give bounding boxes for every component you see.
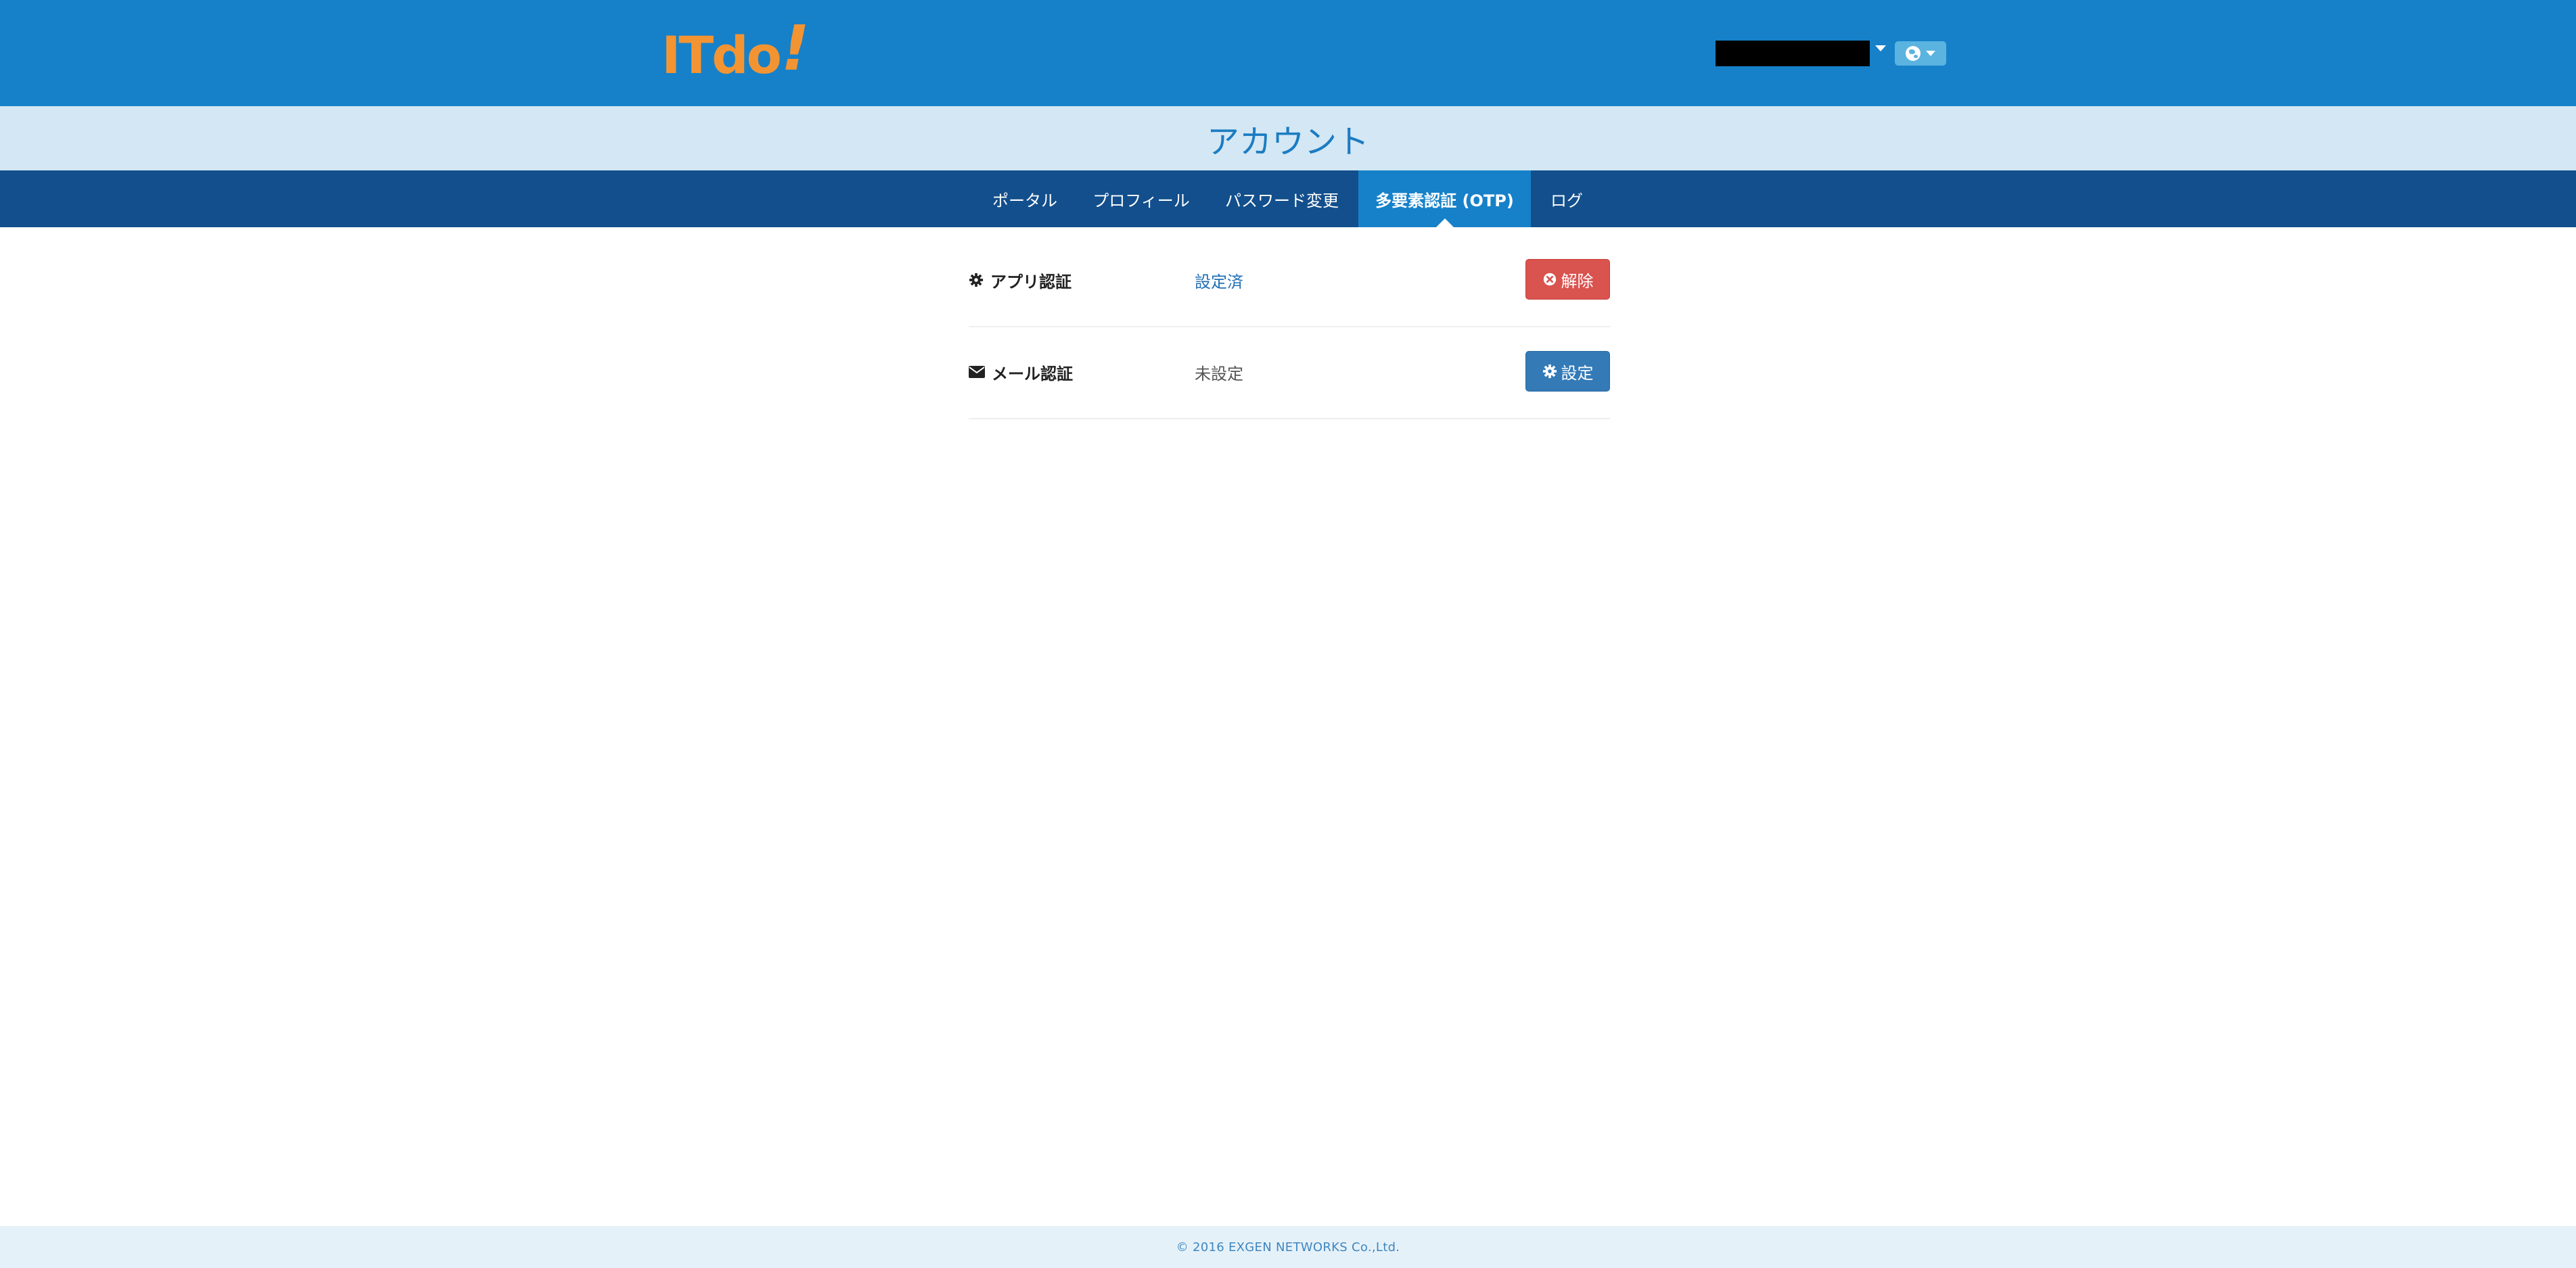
user-menu-redacted[interactable] <box>1716 41 1870 66</box>
setup-mail-auth-button[interactable]: 設定 <box>1525 351 1610 392</box>
envelope-icon <box>969 366 985 378</box>
button-label: 解除 <box>1561 271 1594 291</box>
title-band: アカウント <box>0 106 2576 170</box>
row-label: メール認証 <box>969 326 1073 418</box>
tab-password-change[interactable]: パスワード変更 <box>1205 170 1358 227</box>
mail-auth-label: メール認証 <box>992 364 1073 383</box>
tab-otp[interactable]: 多要素認証 (OTP) <box>1358 170 1531 227</box>
tab-portal[interactable]: ポータル <box>973 170 1077 227</box>
tab-profile[interactable]: プロフィール <box>1077 170 1205 227</box>
itdo-logo[interactable]: ITdo! <box>662 18 810 85</box>
caret-down-icon[interactable] <box>1875 45 1886 51</box>
row-label: アプリ認証 <box>969 234 1072 326</box>
button-label: 設定 <box>1561 363 1594 383</box>
language-button[interactable] <box>1895 41 1946 66</box>
mail-auth-status: 未設定 <box>1195 364 1243 383</box>
gear-icon <box>969 273 984 287</box>
account-nav: ポータル プロフィール パスワード変更 多要素認証 (OTP) ログ <box>0 170 2576 227</box>
disable-app-auth-button[interactable]: 解除 <box>1525 259 1610 300</box>
app-auth-label: アプリ認証 <box>990 272 1072 291</box>
top-header: ITdo! <box>0 0 2576 106</box>
otp-row-app: アプリ認証 設定済 解除 <box>969 234 1610 327</box>
otp-row-mail: メール認証 未設定 設定 <box>969 326 1610 419</box>
logo-text: ITdo <box>662 25 782 85</box>
app-auth-status: 設定済 <box>1195 272 1243 291</box>
footer: © 2016 EXGEN NETWORKS Co.,Ltd. <box>0 1226 2576 1268</box>
tab-log[interactable]: ログ <box>1531 170 1603 227</box>
x-circle-icon <box>1543 273 1556 286</box>
logo-mark: ! <box>781 12 810 85</box>
page-title: アカウント <box>1206 122 1369 161</box>
copyright: © 2016 EXGEN NETWORKS Co.,Ltd. <box>1176 1240 1400 1254</box>
caret-down-icon <box>1926 51 1935 56</box>
gear-icon <box>1542 364 1557 379</box>
globe-icon <box>1906 46 1920 61</box>
